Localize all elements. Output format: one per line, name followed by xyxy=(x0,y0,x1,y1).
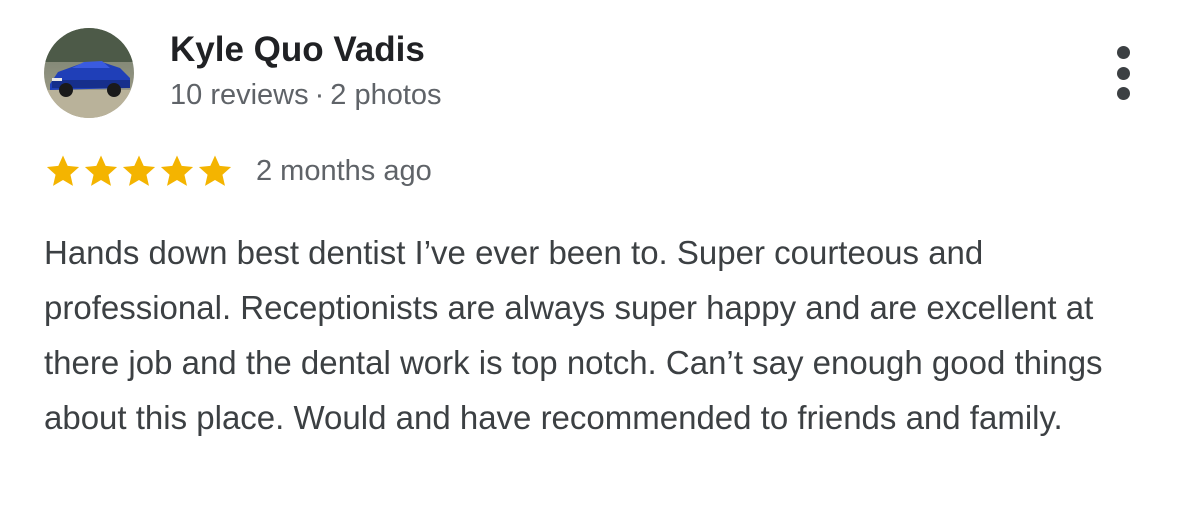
reviews-count: 10 reviews xyxy=(170,79,309,111)
star-icon xyxy=(122,155,156,186)
author-name[interactable]: Kyle Quo Vadis xyxy=(170,28,425,72)
author-avatar[interactable] xyxy=(44,28,134,118)
car-avatar-icon xyxy=(44,28,134,118)
star-icon xyxy=(198,155,232,186)
photos-count: 2 photos xyxy=(330,79,442,111)
review-date: 2 months ago xyxy=(256,154,432,187)
star-icon xyxy=(46,155,80,186)
review-text: Hands down best dentist I’ve ever been t… xyxy=(44,234,1103,436)
more-vertical-icon-dot xyxy=(1116,87,1130,100)
more-options-button[interactable] xyxy=(1102,46,1144,100)
more-vertical-icon xyxy=(1116,46,1130,59)
review-card: Kyle Quo Vadis 10 reviews · 2 photos 2 mon… xyxy=(0,0,1200,522)
more-vertical-icon-dot xyxy=(1116,66,1130,80)
author-meta: 10 reviews · 2 photos xyxy=(170,76,442,114)
star-rating xyxy=(44,152,234,190)
star-icon xyxy=(84,155,118,186)
meta-separator: · xyxy=(314,79,325,111)
star-icon xyxy=(160,155,194,186)
rating-row: 2 months ago xyxy=(44,150,432,192)
